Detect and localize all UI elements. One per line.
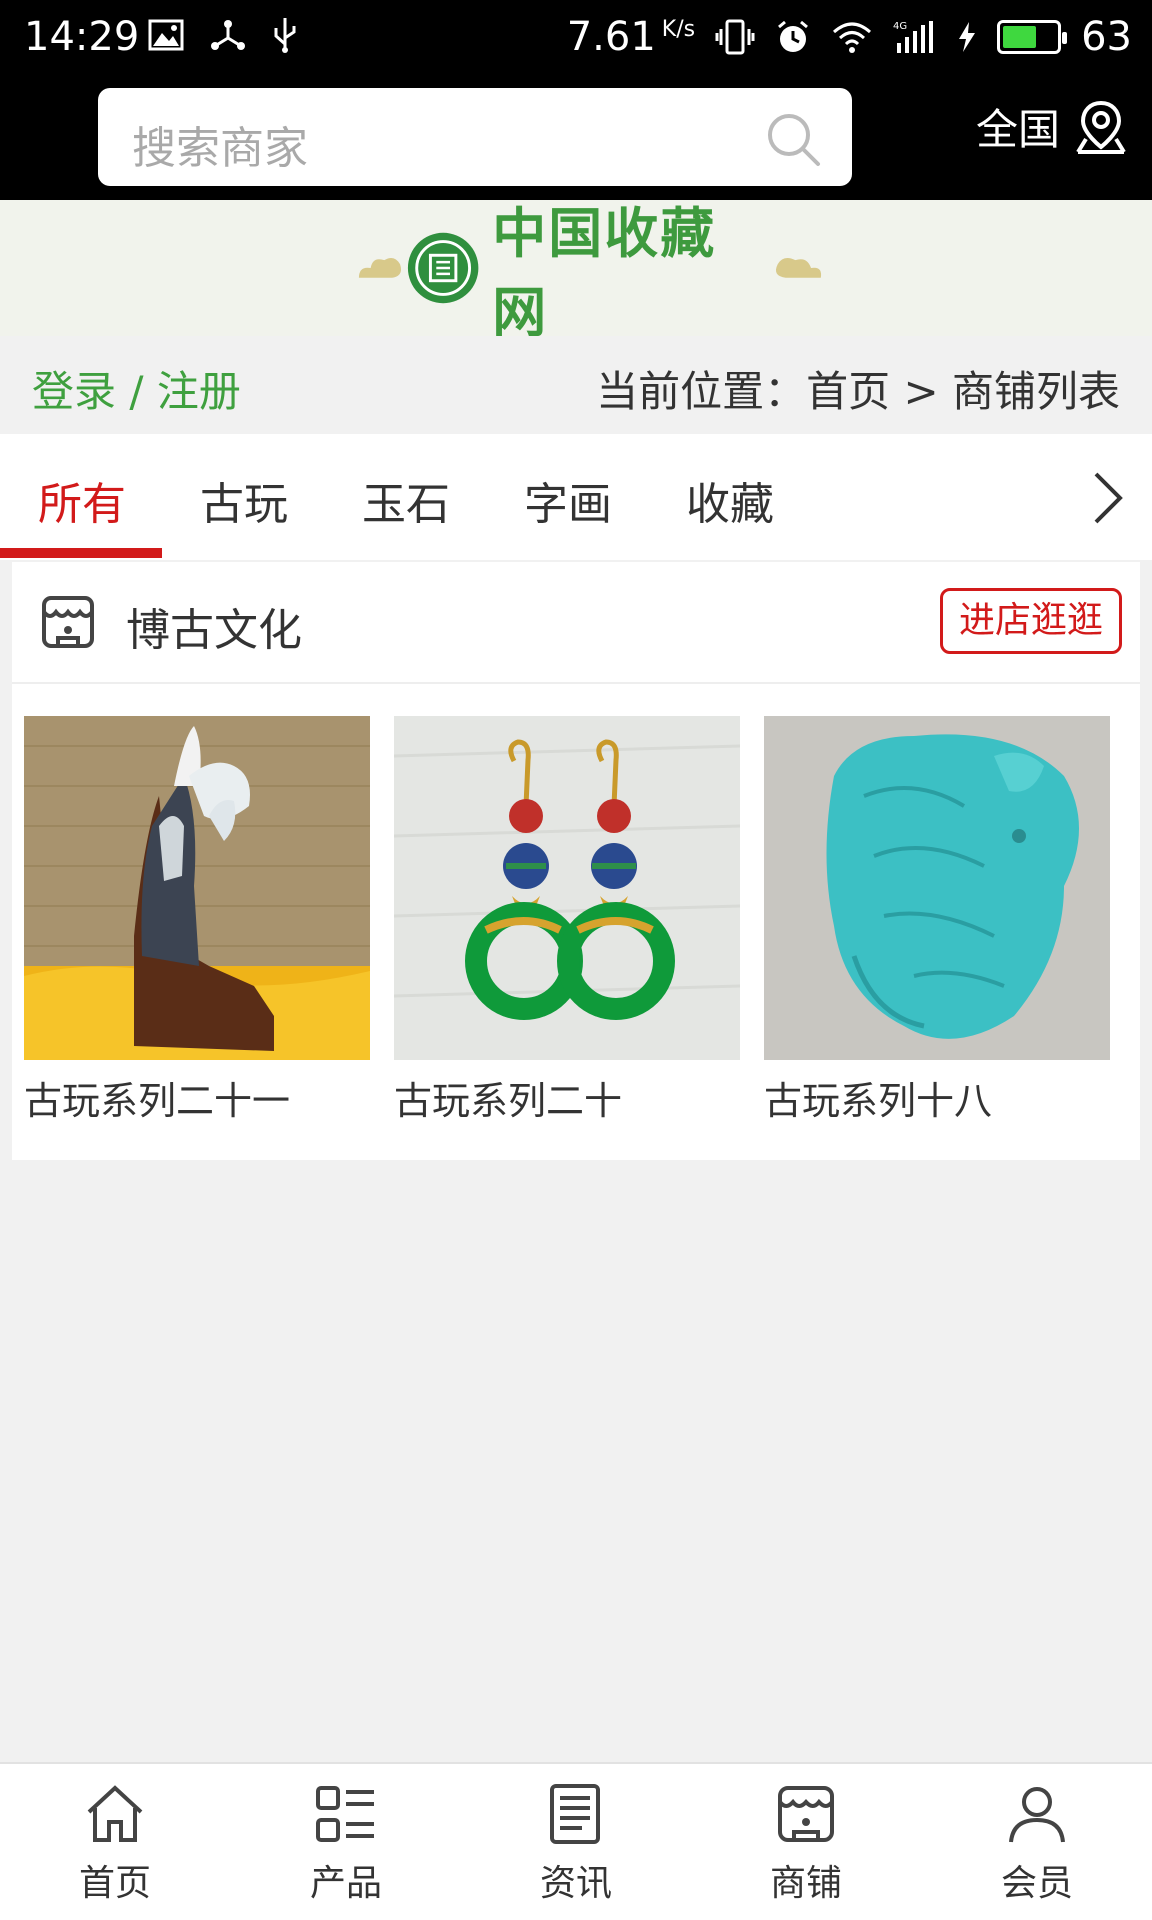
status-time: 14:29 — [24, 14, 140, 60]
earrings-photo — [394, 716, 740, 1060]
search-placeholder: 搜索商家 — [132, 123, 308, 174]
image-notification-icon — [148, 19, 184, 51]
product-card[interactable]: 古玩系列二十一 — [24, 716, 370, 1125]
search-icon[interactable] — [764, 110, 822, 168]
jade-carving-photo — [24, 716, 370, 1060]
product-image[interactable] — [24, 716, 370, 1060]
region-label: 全国 — [975, 105, 1060, 154]
breadcrumb: 当前位置：首页 > 商铺列表 — [596, 367, 1120, 416]
chevron-right-icon[interactable] — [1088, 468, 1128, 528]
status-bar: 14:29 7.61 K/s 4G 63 — [0, 0, 1152, 76]
category-tabs: 所有 古玩 玉石 字画 收藏 — [0, 434, 1152, 560]
cloud-ornament-right-icon — [776, 257, 822, 278]
product-title[interactable]: 古玩系列十八 — [764, 1070, 1110, 1125]
top-header: 搜索商家 全国 — [0, 76, 1152, 200]
nav-home[interactable]: 首页 — [55, 1782, 175, 1906]
usb-icon — [274, 18, 296, 53]
product-image[interactable] — [764, 716, 1110, 1060]
store-icon — [778, 1786, 834, 1842]
alarm-icon — [778, 20, 809, 52]
turquoise-carving-photo — [764, 716, 1110, 1060]
share-notification-icon — [211, 20, 245, 50]
nav-label: 资讯 — [539, 1863, 612, 1904]
product-title[interactable]: 古玩系列二十一 — [24, 1070, 370, 1125]
nav-news[interactable]: 资讯 — [516, 1782, 636, 1906]
shop-header: 博古文化 进店逛逛 — [12, 562, 1140, 684]
nav-shops[interactable]: 商铺 — [746, 1782, 866, 1906]
nav-label: 会员 — [1000, 1863, 1073, 1904]
nav-member[interactable]: 会员 — [977, 1782, 1097, 1906]
vibrate-icon — [715, 19, 755, 55]
charging-icon — [959, 22, 976, 52]
network-speed-unit: K/s — [661, 16, 696, 42]
tab-calligraphy[interactable]: 字画 — [524, 468, 612, 532]
location-pin-icon — [1076, 100, 1126, 154]
login-breadcrumb-bar: 登录 / 注册 当前位置：首页 > 商铺列表 — [0, 336, 1152, 434]
product-card[interactable]: 古玩系列二十 — [394, 716, 740, 1125]
product-title[interactable]: 古玩系列二十 — [394, 1070, 740, 1125]
seal-emblem-icon — [407, 232, 479, 304]
store-icon — [42, 596, 94, 648]
nav-label: 产品 — [309, 1863, 382, 1904]
home-icon — [87, 1785, 143, 1842]
cellular-signal-icon: 4G — [893, 21, 934, 53]
shop-name[interactable]: 博古文化 — [126, 594, 302, 658]
tab-jade[interactable]: 玉石 — [362, 468, 450, 532]
login-register-link[interactable]: 登录 / 注册 — [32, 358, 241, 419]
wifi-icon — [833, 22, 872, 53]
tab-all[interactable]: 所有 — [38, 468, 126, 532]
svg-text:4G: 4G — [893, 21, 907, 32]
battery-icon — [997, 20, 1068, 54]
nav-products[interactable]: 产品 — [286, 1782, 406, 1906]
shop-card: 博古文化 进店逛逛 古玩系列二十一 古玩系列二十 古玩系列十八 — [12, 562, 1140, 1160]
enter-shop-button[interactable]: 进店逛逛 — [940, 588, 1122, 654]
site-banner: 中国收藏网 — [0, 200, 1152, 344]
bottom-navigation: 首页 产品 资讯 商铺 会员 — [0, 1762, 1152, 1920]
tab-antiques[interactable]: 古玩 — [200, 468, 288, 532]
network-speed: 7.61 — [566, 14, 656, 60]
battery-percent: 63 — [1081, 14, 1132, 60]
region-selector[interactable]: 全国 — [976, 96, 1128, 157]
product-image[interactable] — [394, 716, 740, 1060]
search-input[interactable]: 搜索商家 — [98, 88, 852, 186]
cloud-ornament-left-icon — [358, 257, 402, 278]
grid-list-icon — [316, 1786, 374, 1842]
nav-label: 商铺 — [769, 1863, 842, 1904]
logo-text: 中国收藏网 — [492, 201, 717, 344]
nav-label: 首页 — [78, 1863, 151, 1904]
user-icon — [1009, 1787, 1065, 1843]
site-logo[interactable]: 中国收藏网 — [355, 201, 825, 344]
product-card[interactable]: 古玩系列十八 — [764, 716, 1110, 1125]
tab-collection[interactable]: 收藏 — [686, 468, 774, 532]
active-tab-indicator — [0, 548, 162, 558]
news-icon — [550, 1784, 600, 1844]
